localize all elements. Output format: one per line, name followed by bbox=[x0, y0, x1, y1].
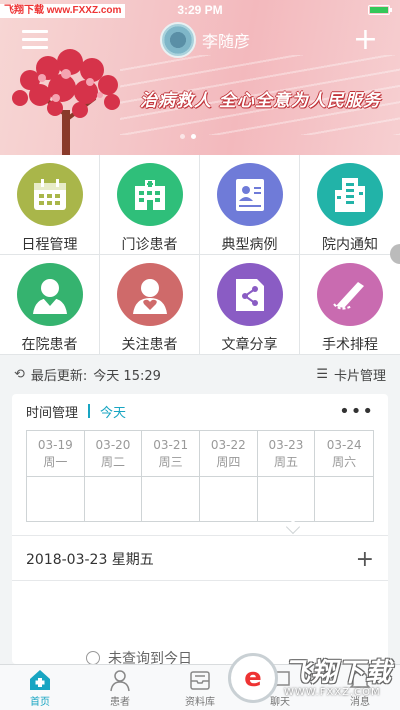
refresh-icon[interactable]: ⟲ bbox=[14, 367, 25, 382]
day-weekday: 周一 bbox=[43, 454, 68, 469]
day-date: 03-21 bbox=[153, 437, 189, 452]
building-icon bbox=[317, 163, 383, 226]
day-cell[interactable]: 03-19 周一 bbox=[27, 431, 85, 521]
status-bar: 3:29 PM bbox=[0, 0, 400, 20]
watermark-text: 飞翔下载 bbox=[284, 657, 393, 688]
day-weekday: 周二 bbox=[100, 454, 125, 469]
calendar-icon bbox=[16, 163, 83, 226]
carousel-dots bbox=[180, 134, 196, 139]
schedule-card: 时间管理 今天 ••• 03-19 周一 03-20 周二 03-21 周三 03-2… bbox=[12, 394, 388, 667]
week-strip: 03-19 周一 03-20 周二 03-21 周三 03-22 周四 03-23 周五 … bbox=[26, 430, 374, 522]
list-icon: ☰ bbox=[316, 366, 328, 382]
last-update-label: 最后更新: bbox=[30, 368, 88, 384]
share-icon bbox=[216, 263, 283, 326]
hamburger-icon bbox=[22, 30, 48, 33]
day-weekday: 周五 bbox=[273, 454, 298, 469]
grid-item-label: 文章分享 bbox=[221, 337, 278, 353]
tab-home[interactable]: 首页 bbox=[0, 665, 80, 710]
selected-date-row: 2018-03-23 星期五 + bbox=[26, 544, 374, 574]
carousel-dot-active bbox=[191, 134, 196, 139]
update-bar: ⟲ 最后更新: 今天 15:29 ☰ 卡片管理 bbox=[0, 356, 400, 392]
day-cell[interactable]: 03-20 周二 bbox=[84, 431, 143, 521]
watermark-logo: e 飞翔下载 WWW.FXXZ.COM bbox=[228, 648, 400, 708]
day-weekday: 周六 bbox=[332, 454, 357, 469]
banner-slogan: 治病救人 全心全意为人民服务 bbox=[140, 91, 381, 111]
header-banner[interactable]: 飞翔下载 www.FXXZ.com 3:29 PM 李随彦 + 治病救人 全心全… bbox=[0, 0, 400, 155]
day-date: 03-19 bbox=[37, 437, 73, 452]
today-link[interactable]: 今天 bbox=[100, 402, 126, 421]
grid-item-label: 门诊患者 bbox=[121, 237, 178, 253]
header-separator bbox=[88, 404, 91, 418]
patient-icon bbox=[16, 263, 83, 326]
grid-item-label: 手术排程 bbox=[322, 337, 378, 353]
day-weekday: 周四 bbox=[216, 454, 241, 469]
grid-item-label: 典型病例 bbox=[221, 237, 278, 253]
grid-item-schedule[interactable]: 日程管理 bbox=[0, 155, 100, 255]
grid-item-article-share[interactable]: 文章分享 bbox=[200, 255, 300, 355]
card-management-button[interactable]: ☰ 卡片管理 bbox=[316, 365, 386, 384]
grid-item-label: 日程管理 bbox=[21, 237, 78, 253]
battery-icon bbox=[368, 5, 392, 15]
divider bbox=[12, 580, 388, 581]
day-weekday: 周三 bbox=[158, 454, 183, 469]
scalpel-icon bbox=[317, 263, 383, 326]
day-date: 03-23 bbox=[268, 437, 304, 452]
tab-patients[interactable]: 患者 bbox=[80, 665, 160, 710]
avatar[interactable] bbox=[160, 22, 196, 58]
tab-label: 患者 bbox=[110, 696, 130, 708]
watermark-url: WWW.FXXZ.COM bbox=[284, 686, 381, 698]
day-cell[interactable]: 03-24 周六 bbox=[315, 431, 373, 521]
case-file-icon bbox=[216, 163, 283, 226]
user-name: 李随彦 bbox=[202, 32, 251, 51]
schedule-title: 时间管理 bbox=[26, 405, 79, 421]
selected-date: 2018-03-23 星期五 bbox=[26, 552, 154, 568]
add-schedule-button[interactable]: + bbox=[356, 547, 374, 572]
home-icon bbox=[30, 669, 50, 690]
day-cell[interactable]: 03-21 周三 bbox=[142, 431, 200, 521]
grid-item-hospital-notice[interactable]: 院内通知 bbox=[300, 155, 400, 255]
day-cell[interactable]: 03-22 周四 bbox=[200, 431, 258, 521]
card-management-label: 卡片管理 bbox=[333, 368, 386, 384]
day-date: 03-20 bbox=[95, 437, 131, 452]
more-options-button[interactable]: ••• bbox=[339, 401, 374, 422]
person-icon bbox=[110, 669, 130, 691]
tab-label: 首页 bbox=[30, 696, 50, 708]
day-cell-selected[interactable]: 03-23 周五 bbox=[257, 431, 316, 521]
status-time: 3:29 PM bbox=[177, 3, 223, 17]
user-profile[interactable]: 李随彦 bbox=[160, 20, 250, 60]
heart-tree-illustration bbox=[12, 49, 120, 155]
hospital-icon bbox=[116, 163, 183, 226]
grid-item-label: 在院患者 bbox=[21, 337, 78, 353]
divider bbox=[12, 535, 388, 536]
archive-icon bbox=[190, 670, 210, 690]
grid-item-followed-patients[interactable]: 关注患者 bbox=[100, 255, 200, 355]
carousel-dot bbox=[180, 134, 185, 139]
grid-item-outpatient[interactable]: 门诊患者 bbox=[100, 155, 200, 255]
function-grid: 日程管理 门诊患者 典型病例 院内通知 在院患者 关注患者 文章分享 手术排程 bbox=[0, 155, 400, 355]
grid-item-surgery-schedule[interactable]: 手术排程 bbox=[300, 255, 400, 355]
grid-item-inpatients[interactable]: 在院患者 bbox=[0, 255, 100, 355]
add-button[interactable]: + bbox=[353, 25, 378, 55]
day-date: 03-24 bbox=[326, 437, 362, 452]
grid-item-label: 院内通知 bbox=[322, 237, 378, 253]
info-circle-icon bbox=[86, 651, 100, 665]
menu-button[interactable] bbox=[22, 30, 48, 50]
heart-person-icon bbox=[116, 263, 183, 326]
schedule-card-header: 时间管理 今天 ••• bbox=[12, 394, 388, 428]
selected-day-pointer bbox=[285, 519, 301, 535]
tab-label: 资料库 bbox=[185, 696, 215, 708]
last-update-value: 今天 15:29 bbox=[93, 368, 161, 384]
watermark-e-logo: e bbox=[228, 653, 278, 703]
grid-item-label: 关注患者 bbox=[121, 337, 178, 353]
grid-item-typical-cases[interactable]: 典型病例 bbox=[200, 155, 300, 255]
day-date: 03-22 bbox=[210, 437, 246, 452]
